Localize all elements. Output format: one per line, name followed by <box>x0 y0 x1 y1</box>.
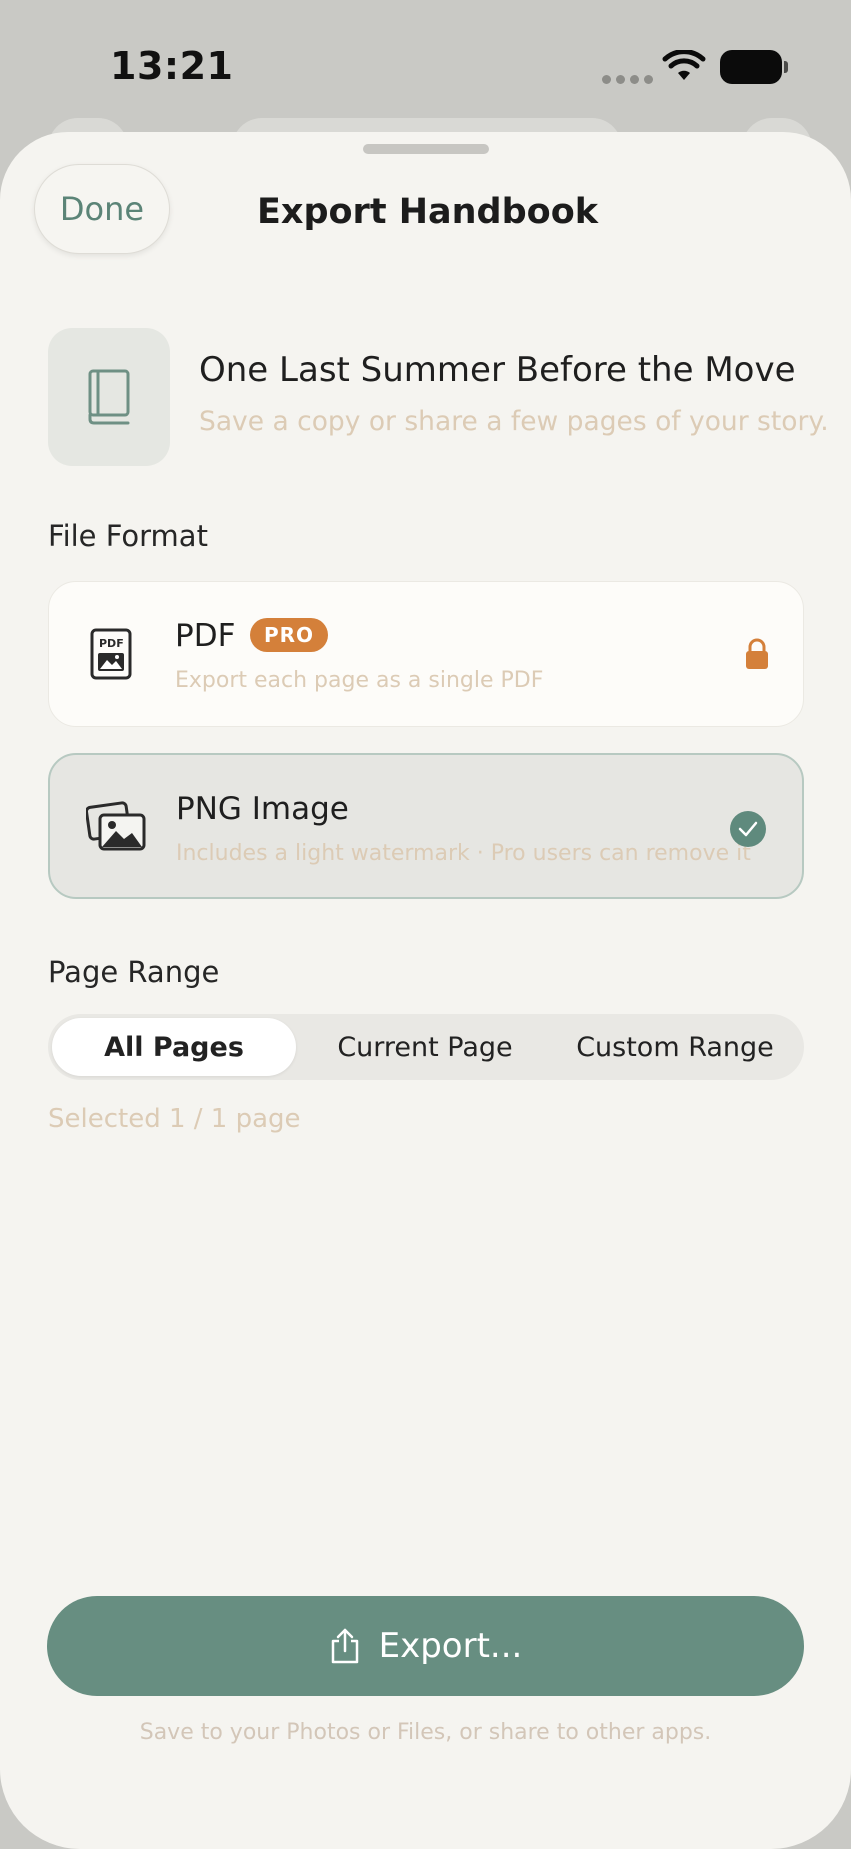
project-title: One Last Summer Before the Move <box>199 350 796 390</box>
checkmark-icon <box>730 811 766 847</box>
format-option-png[interactable]: PNG Image Includes a light watermark · P… <box>48 753 804 899</box>
page-range-label: Page Range <box>48 955 220 989</box>
sheet-grabber[interactable] <box>363 144 489 154</box>
segment-custom-range[interactable]: Custom Range <box>550 1018 800 1076</box>
status-bar: 13:21 <box>0 0 851 130</box>
status-time: 13:21 <box>110 44 234 88</box>
selection-count: Selected 1 / 1 page <box>48 1104 301 1134</box>
format-option-pdf[interactable]: PDF PDF PRO Export each page as a single… <box>48 581 804 727</box>
pro-badge: PRO <box>250 618 329 652</box>
export-button[interactable]: Export... <box>47 1596 804 1696</box>
battery-icon <box>720 50 788 84</box>
pdf-file-icon: PDF <box>79 622 143 686</box>
segment-current-page[interactable]: Current Page <box>300 1018 550 1076</box>
format-name: PDF <box>175 618 236 654</box>
project-subtitle: Save a copy or share a few pages of your… <box>199 406 829 437</box>
export-footer-note: Save to your Photos or Files, or share t… <box>139 1720 712 1745</box>
format-description: Includes a light watermark · Pro users c… <box>176 841 751 866</box>
sheet-title: Export Handbook <box>256 192 599 232</box>
svg-text:PDF: PDF <box>99 637 124 650</box>
book-icon <box>88 369 130 425</box>
file-format-label: File Format <box>48 519 208 553</box>
page-range-segmented-control: All Pages Current Page Custom Range <box>48 1014 804 1080</box>
format-description: Export each page as a single PDF <box>175 668 544 693</box>
share-icon <box>331 1628 358 1664</box>
wifi-icon <box>662 50 706 80</box>
export-button-label: Export... <box>378 1626 523 1666</box>
lock-icon <box>746 638 768 669</box>
project-thumbnail <box>48 328 170 466</box>
cellular-signal-icon <box>602 75 653 84</box>
images-icon <box>84 795 148 859</box>
export-sheet: Done Export Handbook One Last Summer Bef… <box>0 132 851 1849</box>
format-name: PNG Image <box>176 791 349 827</box>
segment-all-pages[interactable]: All Pages <box>52 1018 296 1076</box>
